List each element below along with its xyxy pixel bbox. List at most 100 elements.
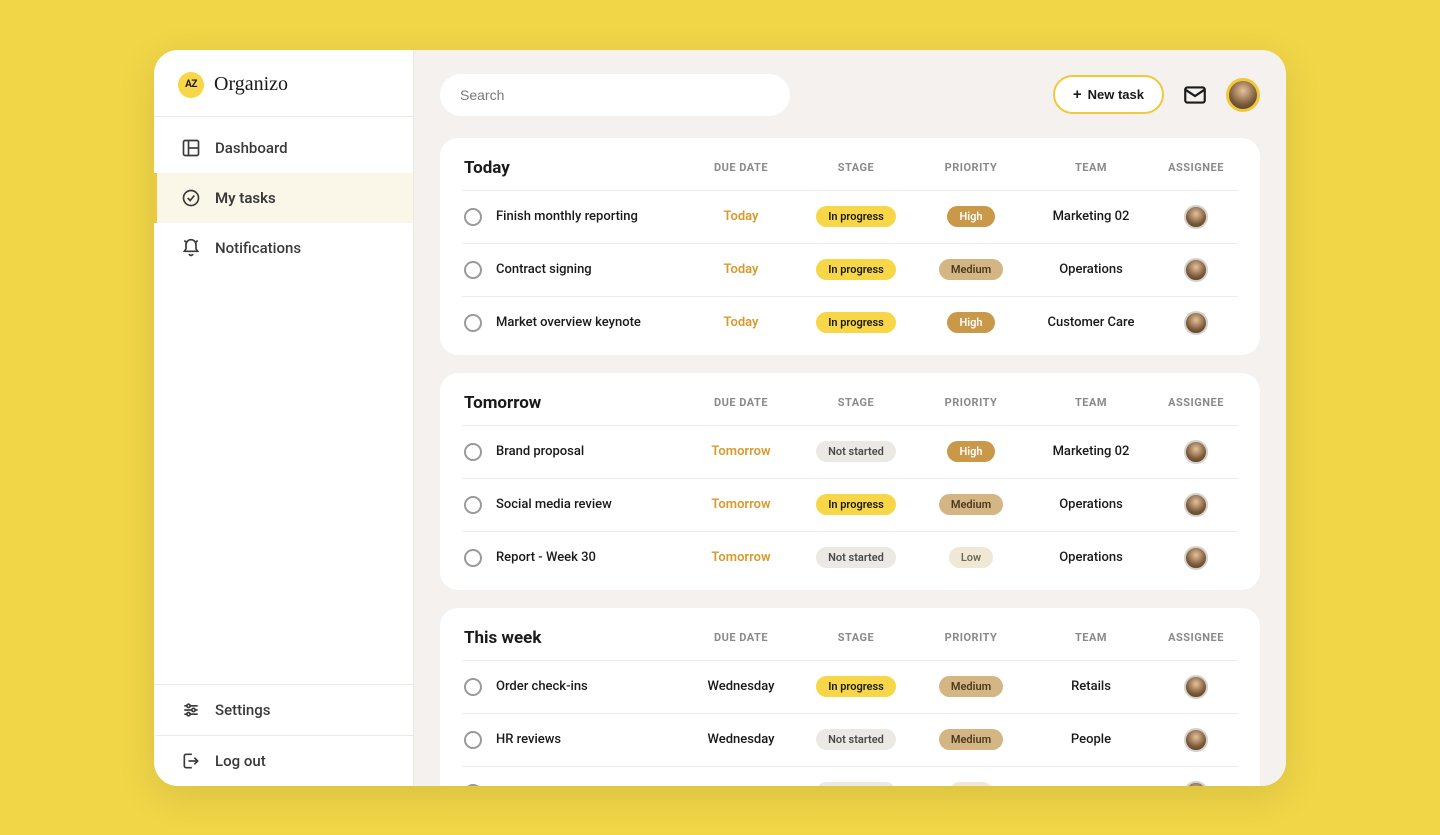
section-tomorrow: Tomorrow DUE DATE STAGE PRIORITY TEAM AS… [440, 373, 1260, 590]
user-avatar[interactable] [1226, 78, 1260, 112]
task-checkbox[interactable] [464, 549, 482, 567]
brand-logo: AZ [178, 72, 204, 98]
task-name: Order check-ins [496, 679, 588, 694]
task-checkbox[interactable] [464, 208, 482, 226]
task-priority-pill: High [947, 312, 994, 333]
task-stage-pill: In progress [816, 676, 896, 697]
task-checkbox[interactable] [464, 496, 482, 514]
mail-icon[interactable] [1182, 82, 1208, 108]
task-name: Report - Week 30 [496, 550, 596, 565]
nav-item-label: My tasks [215, 189, 276, 207]
task-team: Operations [1026, 550, 1156, 565]
sections-container: Today DUE DATE STAGE PRIORITY TEAM ASSIG… [440, 138, 1260, 786]
section-header: Today DUE DATE STAGE PRIORITY TEAM ASSIG… [462, 158, 1238, 190]
col-header-priority: PRIORITY [916, 631, 1026, 644]
col-header-team: TEAM [1026, 631, 1156, 644]
task-row[interactable]: Report - Week 30 Friday Not started Low … [462, 766, 1238, 786]
nav-item-label: Dashboard [215, 139, 288, 157]
assignee-avatar[interactable] [1184, 440, 1208, 464]
section-title: Today [464, 158, 686, 178]
task-stage-pill: In progress [816, 259, 896, 280]
task-checkbox[interactable] [464, 784, 482, 786]
task-stage-pill: In progress [816, 494, 896, 515]
task-stage-pill: Not started [816, 782, 896, 786]
section-today: Today DUE DATE STAGE PRIORITY TEAM ASSIG… [440, 138, 1260, 355]
dashboard-icon [181, 138, 201, 158]
task-due-date: Today [686, 262, 796, 277]
col-header-stage: STAGE [796, 161, 916, 174]
col-header-team: TEAM [1026, 396, 1156, 409]
app-frame: AZ Organizo Dashboard My tasks Notificatio… [154, 50, 1286, 786]
col-header-stage: STAGE [796, 631, 916, 644]
task-team: Customer Care [1026, 315, 1156, 330]
task-row[interactable]: Social media review Tomorrow In progress… [462, 478, 1238, 531]
task-stage-pill: Not started [816, 441, 896, 462]
task-priority-pill: High [947, 206, 994, 227]
col-header-team: TEAM [1026, 161, 1156, 174]
bell-icon [181, 238, 201, 258]
section-this-week: This week DUE DATE STAGE PRIORITY TEAM A… [440, 608, 1260, 786]
nav-item-settings[interactable]: Settings [154, 685, 413, 735]
task-row[interactable]: Market overview keynote Today In progres… [462, 296, 1238, 349]
task-priority-pill: Medium [939, 729, 1003, 750]
task-stage-pill: In progress [816, 206, 896, 227]
task-checkbox[interactable] [464, 678, 482, 696]
task-priority-pill: Low [949, 782, 993, 786]
task-checkbox[interactable] [464, 731, 482, 749]
nav-item-label: Settings [215, 701, 271, 719]
assignee-avatar[interactable] [1184, 728, 1208, 752]
assignee-avatar[interactable] [1184, 546, 1208, 570]
task-due-date: Friday [686, 785, 796, 786]
assignee-avatar[interactable] [1184, 493, 1208, 517]
task-priority-pill: Medium [939, 259, 1003, 280]
main: + New task Today DUE DATE STAGE PRIORITY… [414, 50, 1286, 786]
col-header-priority: PRIORITY [916, 396, 1026, 409]
task-name: Market overview keynote [496, 315, 641, 330]
task-name: Contract signing [496, 262, 592, 277]
nav-item-log-out[interactable]: Log out [154, 735, 413, 786]
task-row[interactable]: Contract signing Today In progress Mediu… [462, 243, 1238, 296]
nav-item-dashboard[interactable]: Dashboard [154, 123, 413, 173]
new-task-label: New task [1088, 87, 1144, 102]
assignee-avatar[interactable] [1184, 781, 1208, 786]
section-header: This week DUE DATE STAGE PRIORITY TEAM A… [462, 628, 1238, 660]
topbar: + New task [440, 74, 1260, 116]
task-row[interactable]: Report - Week 30 Tomorrow Not started Lo… [462, 531, 1238, 584]
task-priority-pill: High [947, 441, 994, 462]
task-team: Marketing 02 [1026, 444, 1156, 459]
nav-item-my-tasks[interactable]: My tasks [154, 173, 413, 223]
task-row[interactable]: Order check-ins Wednesday In progress Me… [462, 660, 1238, 713]
assignee-avatar[interactable] [1184, 675, 1208, 699]
sidebar: AZ Organizo Dashboard My tasks Notificatio… [154, 50, 414, 786]
task-row[interactable]: HR reviews Wednesday Not started Medium … [462, 713, 1238, 766]
task-name: Report - Week 30 [496, 785, 596, 786]
tasks-icon [181, 188, 201, 208]
task-checkbox[interactable] [464, 314, 482, 332]
plus-icon: + [1073, 86, 1082, 103]
assignee-avatar[interactable] [1184, 311, 1208, 335]
task-name: Brand proposal [496, 444, 584, 459]
brand-name: Organizo [214, 73, 288, 96]
assignee-avatar[interactable] [1184, 258, 1208, 282]
brand: AZ Organizo [154, 50, 413, 117]
settings-icon [181, 700, 201, 720]
nav-bottom: Settings Log out [154, 684, 413, 786]
assignee-avatar[interactable] [1184, 205, 1208, 229]
logout-icon [181, 751, 201, 771]
task-team: Operations [1026, 497, 1156, 512]
task-checkbox[interactable] [464, 261, 482, 279]
task-row[interactable]: Brand proposal Tomorrow Not started High… [462, 425, 1238, 478]
col-header-priority: PRIORITY [916, 161, 1026, 174]
nav-primary: Dashboard My tasks Notifications [154, 117, 413, 684]
col-header-due: DUE DATE [686, 161, 796, 174]
task-team: Marketing 02 [1026, 209, 1156, 224]
section-title: Tomorrow [464, 393, 686, 413]
new-task-button[interactable]: + New task [1053, 75, 1164, 114]
task-checkbox[interactable] [464, 443, 482, 461]
task-due-date: Today [686, 209, 796, 224]
task-row[interactable]: Finish monthly reporting Today In progre… [462, 190, 1238, 243]
nav-item-notifications[interactable]: Notifications [154, 223, 413, 273]
search-input[interactable] [440, 74, 790, 116]
col-header-assignee: ASSIGNEE [1156, 161, 1236, 174]
nav-item-label: Notifications [215, 239, 301, 257]
